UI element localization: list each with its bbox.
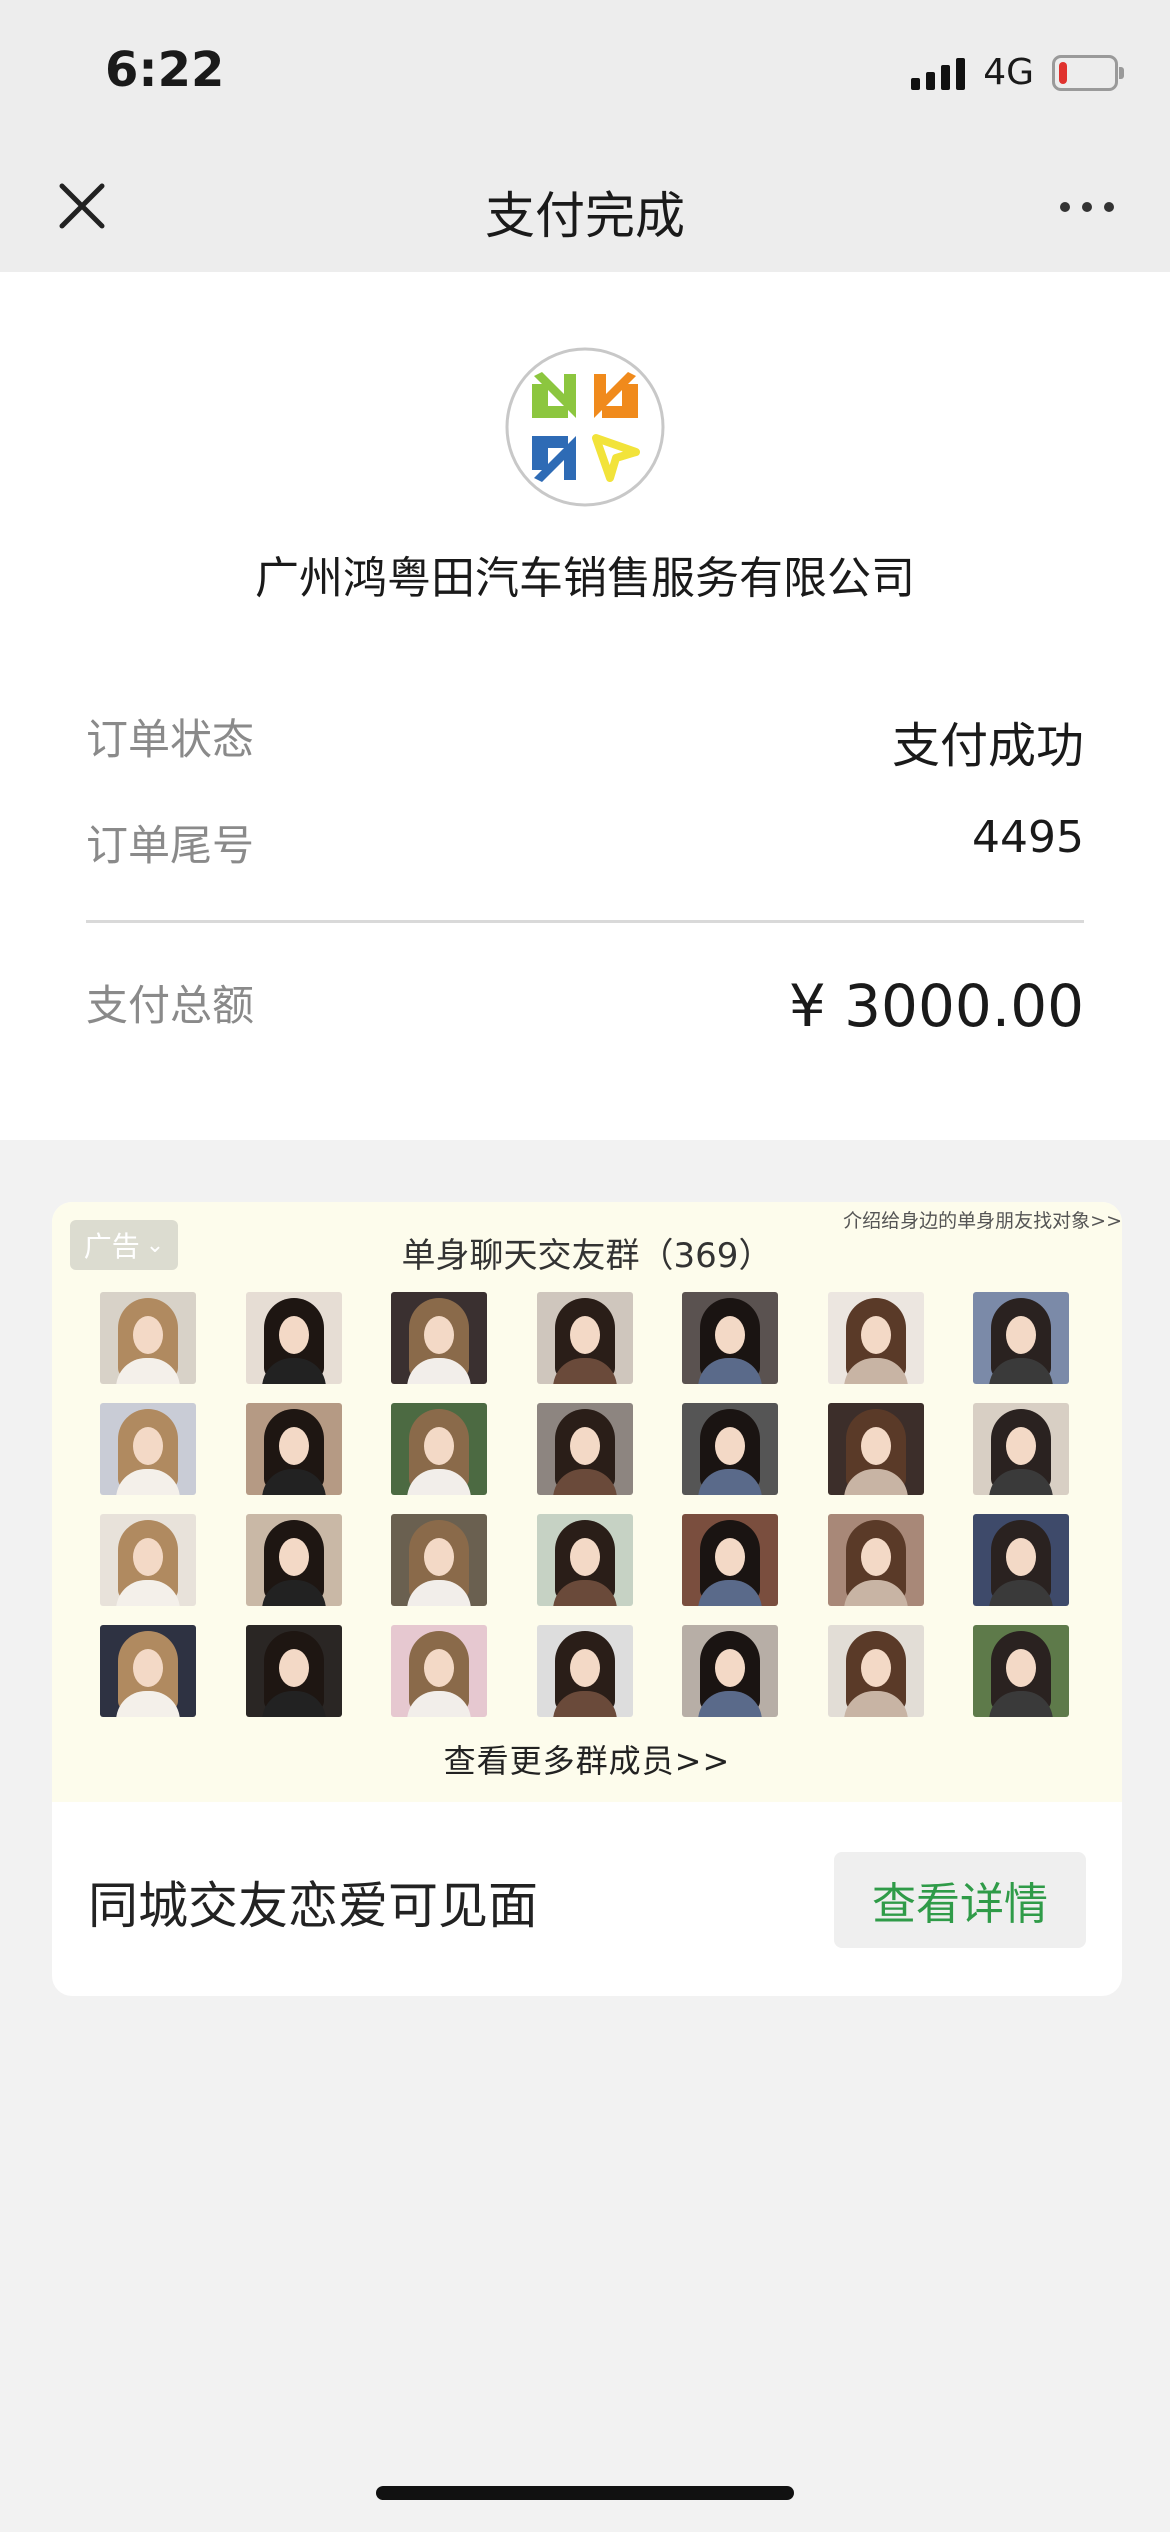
total-amount: ¥ 3000.00 [788,972,1084,1040]
order-status-label: 订单状态 [86,715,255,764]
member-avatar [246,1403,342,1495]
home-indicator [376,2486,794,2500]
ad-banner[interactable]: 广告 ⌄ 单身聊天交友群（369） 介绍给身边的单身朋友找对象>> 查看更多群成… [52,1202,1122,1802]
merchant-logo-icon [505,347,665,507]
member-avatar [246,1514,342,1606]
total-row: 支付总额 ¥ 3000.00 [86,972,1084,1062]
payment-result-card: 广州鸿粤田汽车销售服务有限公司 订单状态 支付成功 订单尾号 4495 支付总额… [0,272,1170,1140]
member-avatar [100,1403,196,1495]
member-avatar [828,1625,924,1717]
more-icon[interactable] [1060,202,1114,212]
member-avatar [682,1403,778,1495]
member-avatar [537,1292,633,1384]
member-avatar [100,1514,196,1606]
signal-icon [911,56,966,90]
member-avatar [973,1514,1069,1606]
member-avatar [246,1625,342,1717]
member-avatar [973,1292,1069,1384]
order-status-value: 支付成功 [891,718,1084,774]
order-tail-value: 4495 [972,812,1084,863]
page-title: 支付完成 [485,187,685,245]
member-avatar [391,1625,487,1717]
member-avatar [100,1292,196,1384]
ad-headline: 同城交友恋爱可见面 [88,1877,538,1935]
member-avatar [973,1625,1069,1717]
member-avatar [537,1625,633,1717]
member-avatar [391,1403,487,1495]
total-label: 支付总额 [86,981,255,1030]
member-avatar [828,1403,924,1495]
order-tail-label: 订单尾号 [86,821,255,870]
view-details-button[interactable]: 查看详情 [834,1852,1086,1948]
member-avatar [682,1625,778,1717]
member-avatar [100,1625,196,1717]
status-bar: 6:22 4G [0,0,1170,140]
order-tail-row: 订单尾号 4495 [86,812,1084,882]
divider [86,920,1084,923]
battery-level [1059,61,1067,84]
status-time: 6:22 [105,42,225,98]
view-more-members-link[interactable]: 查看更多群成员>> [52,1736,1122,1782]
order-status-row: 订单状态 支付成功 [86,706,1084,776]
ad-group-title: 单身聊天交友群（369） [401,1236,773,1276]
network-type: 4G [983,52,1034,93]
merchant-name: 广州鸿粤田汽车销售服务有限公司 [255,553,915,604]
status-indicators: 4G [911,52,1124,93]
ad-note: 介绍给身边的单身朋友找对象>> [843,1210,1122,1232]
member-avatar [537,1514,633,1606]
member-avatar [246,1292,342,1384]
member-avatar [682,1514,778,1606]
member-avatar [682,1292,778,1384]
ad-card[interactable]: 广告 ⌄ 单身聊天交友群（369） 介绍给身边的单身朋友找对象>> 查看更多群成… [52,1202,1122,1996]
nav-bar: 支付完成 [0,140,1170,272]
member-avatar [391,1514,487,1606]
member-avatar [391,1292,487,1384]
member-avatar [537,1403,633,1495]
member-avatar [828,1292,924,1384]
battery-icon [1052,54,1124,91]
member-avatar [828,1514,924,1606]
member-avatar [973,1403,1069,1495]
